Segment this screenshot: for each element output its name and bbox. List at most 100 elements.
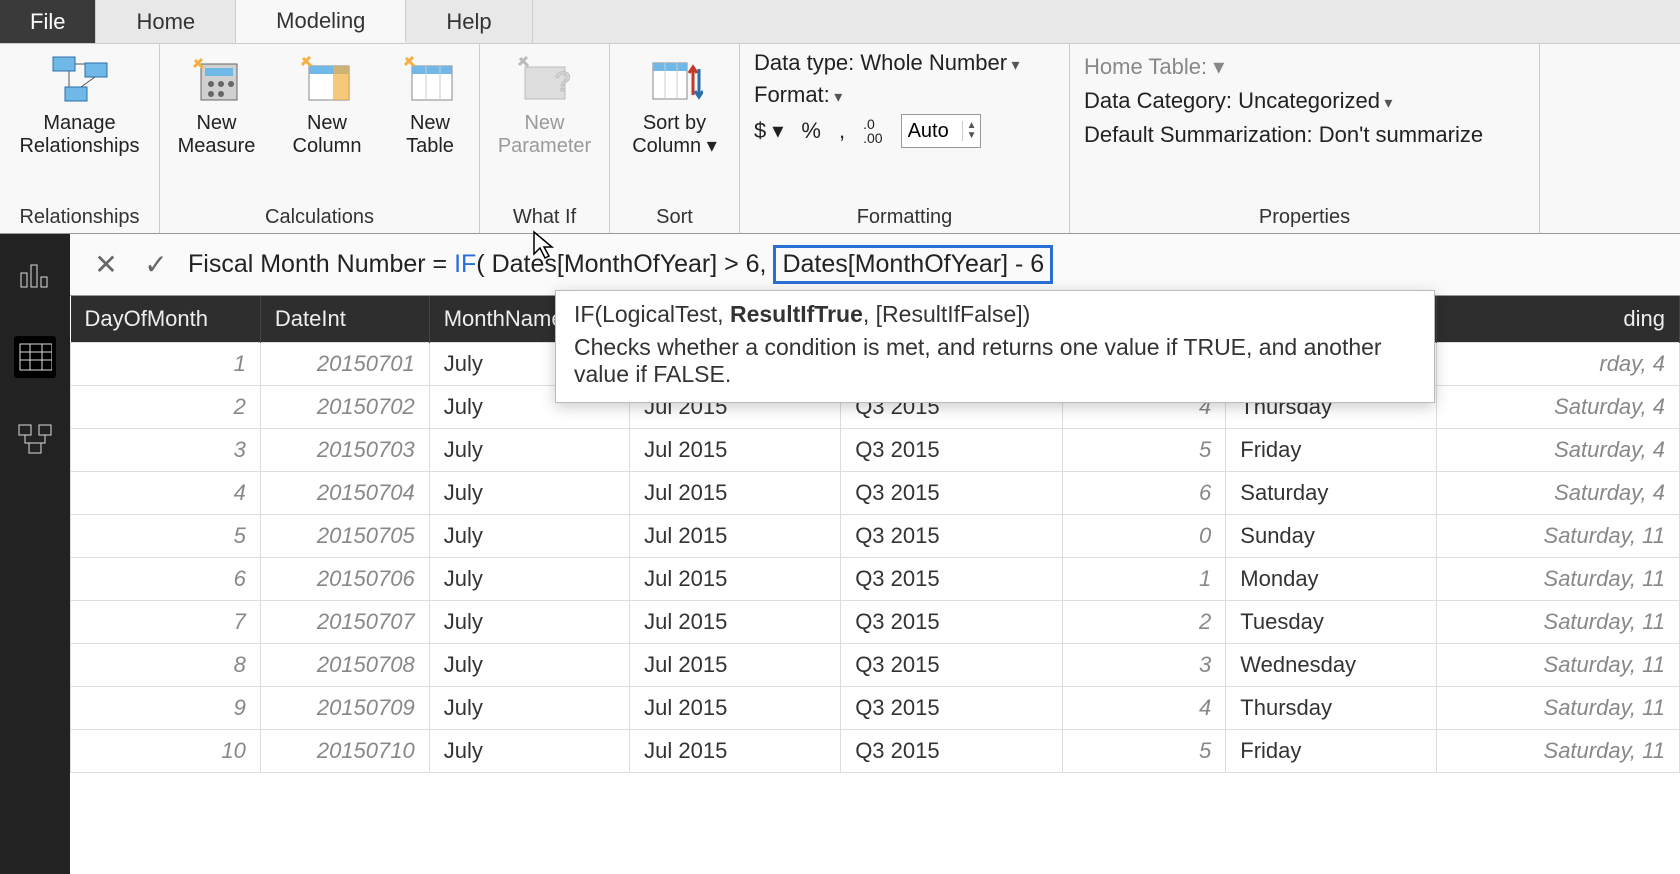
cell[interactable]: 5 [1062, 730, 1226, 773]
cell[interactable]: 2 [71, 386, 261, 429]
new-column-button[interactable]: New Column [282, 50, 372, 158]
col-header[interactable]: DateInt [260, 296, 429, 343]
cell[interactable]: Thursday [1226, 687, 1437, 730]
cell[interactable]: Saturday, 11 [1437, 558, 1680, 601]
cell[interactable]: 20150706 [260, 558, 429, 601]
cell[interactable]: July [429, 515, 629, 558]
cell[interactable]: 20150708 [260, 644, 429, 687]
data-category-dropdown[interactable]: Data Category: Uncategorized [1084, 88, 1392, 113]
decimal-places-input[interactable] [902, 118, 962, 145]
table-row[interactable]: 920150709JulyJul 2015Q3 20154ThursdaySat… [71, 687, 1680, 730]
cell[interactable]: July [429, 429, 629, 472]
cell[interactable]: Q3 2015 [841, 558, 1063, 601]
cell[interactable]: Jul 2015 [630, 515, 841, 558]
cell[interactable]: Saturday, 11 [1437, 515, 1680, 558]
thousand-sep-button[interactable]: , [839, 118, 845, 144]
menu-home[interactable]: Home [96, 0, 236, 43]
cell[interactable]: July [429, 644, 629, 687]
model-view-button[interactable] [14, 418, 56, 460]
cell[interactable]: July [429, 558, 629, 601]
cell[interactable]: 20150709 [260, 687, 429, 730]
cell[interactable]: 4 [71, 472, 261, 515]
cell[interactable]: Q3 2015 [841, 644, 1063, 687]
cell[interactable]: Saturday, 11 [1437, 644, 1680, 687]
datatype-dropdown[interactable]: Data type: Whole Number [754, 50, 1020, 76]
cell[interactable]: Jul 2015 [630, 558, 841, 601]
menu-help[interactable]: Help [406, 0, 532, 43]
table-row[interactable]: 520150705JulyJul 2015Q3 20150SundaySatur… [71, 515, 1680, 558]
table-row[interactable]: 620150706JulyJul 2015Q3 20151MondaySatur… [71, 558, 1680, 601]
report-view-button[interactable] [14, 254, 56, 296]
cell[interactable]: 20150710 [260, 730, 429, 773]
cell[interactable]: Jul 2015 [630, 644, 841, 687]
cell[interactable]: 20150703 [260, 429, 429, 472]
table-row[interactable]: 420150704JulyJul 2015Q3 20156SaturdaySat… [71, 472, 1680, 515]
cell[interactable]: Friday [1226, 730, 1437, 773]
data-view-button[interactable] [14, 336, 56, 378]
col-header[interactable]: DayOfMonth [71, 296, 261, 343]
cell[interactable]: rday, 4 [1437, 343, 1680, 386]
spin-down[interactable]: ▼ [963, 131, 981, 141]
cell[interactable]: Jul 2015 [630, 730, 841, 773]
cancel-formula-button[interactable]: ✕ [88, 247, 124, 283]
manage-relationships-button[interactable]: Manage Relationships [30, 50, 130, 158]
sort-by-column-button[interactable]: Sort by Column ▾ [620, 50, 730, 158]
default-summ-dropdown[interactable]: Default Summarization: Don't summarize [1084, 122, 1483, 147]
menu-modeling[interactable]: Modeling [236, 0, 406, 43]
commit-formula-button[interactable]: ✓ [138, 247, 174, 283]
cell[interactable]: Q3 2015 [841, 429, 1063, 472]
decimal-places-spinner[interactable]: ▲▼ [901, 114, 982, 148]
percent-button[interactable]: % [801, 118, 821, 144]
cell[interactable]: Q3 2015 [841, 472, 1063, 515]
cell[interactable]: 1 [71, 343, 261, 386]
cell[interactable]: 3 [71, 429, 261, 472]
cell[interactable]: Saturday, 11 [1437, 601, 1680, 644]
cell[interactable]: Q3 2015 [841, 730, 1063, 773]
cell[interactable]: Saturday, 4 [1437, 472, 1680, 515]
table-row[interactable]: 1020150710JulyJul 2015Q3 20155FridaySatu… [71, 730, 1680, 773]
cell[interactable]: July [429, 601, 629, 644]
cell[interactable]: 5 [1062, 429, 1226, 472]
table-row[interactable]: 720150707JulyJul 2015Q3 20152TuesdaySatu… [71, 601, 1680, 644]
cell[interactable]: Monday [1226, 558, 1437, 601]
cell[interactable]: 8 [71, 644, 261, 687]
currency-button[interactable]: $ ▾ [754, 118, 783, 144]
new-parameter-button[interactable]: ? New Parameter [490, 50, 600, 158]
cell[interactable]: Saturday, 4 [1437, 386, 1680, 429]
cell[interactable]: 20150702 [260, 386, 429, 429]
cell[interactable]: July [429, 730, 629, 773]
decimal-icon[interactable]: .0.00 [863, 117, 882, 145]
cell[interactable]: 4 [1062, 687, 1226, 730]
cell[interactable]: 6 [71, 558, 261, 601]
cell[interactable]: Wednesday [1226, 644, 1437, 687]
cell[interactable]: 1 [1062, 558, 1226, 601]
table-row[interactable]: 820150708JulyJul 2015Q3 20153WednesdaySa… [71, 644, 1680, 687]
menu-file[interactable]: File [0, 0, 96, 43]
cell[interactable]: Friday [1226, 429, 1437, 472]
cell[interactable]: 3 [1062, 644, 1226, 687]
cell[interactable]: Q3 2015 [841, 515, 1063, 558]
home-table-dropdown[interactable]: Home Table: ▾ [1084, 54, 1224, 79]
cell[interactable]: Tuesday [1226, 601, 1437, 644]
cell[interactable]: Q3 2015 [841, 601, 1063, 644]
format-dropdown[interactable]: Format: [754, 82, 842, 108]
cell[interactable]: 20150705 [260, 515, 429, 558]
cell[interactable]: 20150704 [260, 472, 429, 515]
cell[interactable]: Jul 2015 [630, 601, 841, 644]
cell[interactable]: Jul 2015 [630, 472, 841, 515]
col-header[interactable]: ding [1437, 296, 1680, 343]
cell[interactable]: Saturday [1226, 472, 1437, 515]
cell[interactable]: July [429, 472, 629, 515]
new-table-button[interactable]: New Table [390, 50, 470, 158]
cell[interactable]: 20150707 [260, 601, 429, 644]
cell[interactable]: Q3 2015 [841, 687, 1063, 730]
cell[interactable]: 10 [71, 730, 261, 773]
cell[interactable]: 5 [71, 515, 261, 558]
cell[interactable]: Saturday, 4 [1437, 429, 1680, 472]
cell[interactable]: Jul 2015 [630, 429, 841, 472]
table-row[interactable]: 320150703JulyJul 2015Q3 20155FridaySatur… [71, 429, 1680, 472]
cell[interactable]: Saturday, 11 [1437, 687, 1680, 730]
cell[interactable]: Saturday, 11 [1437, 730, 1680, 773]
cell[interactable]: July [429, 687, 629, 730]
new-measure-button[interactable]: New Measure [169, 50, 264, 158]
